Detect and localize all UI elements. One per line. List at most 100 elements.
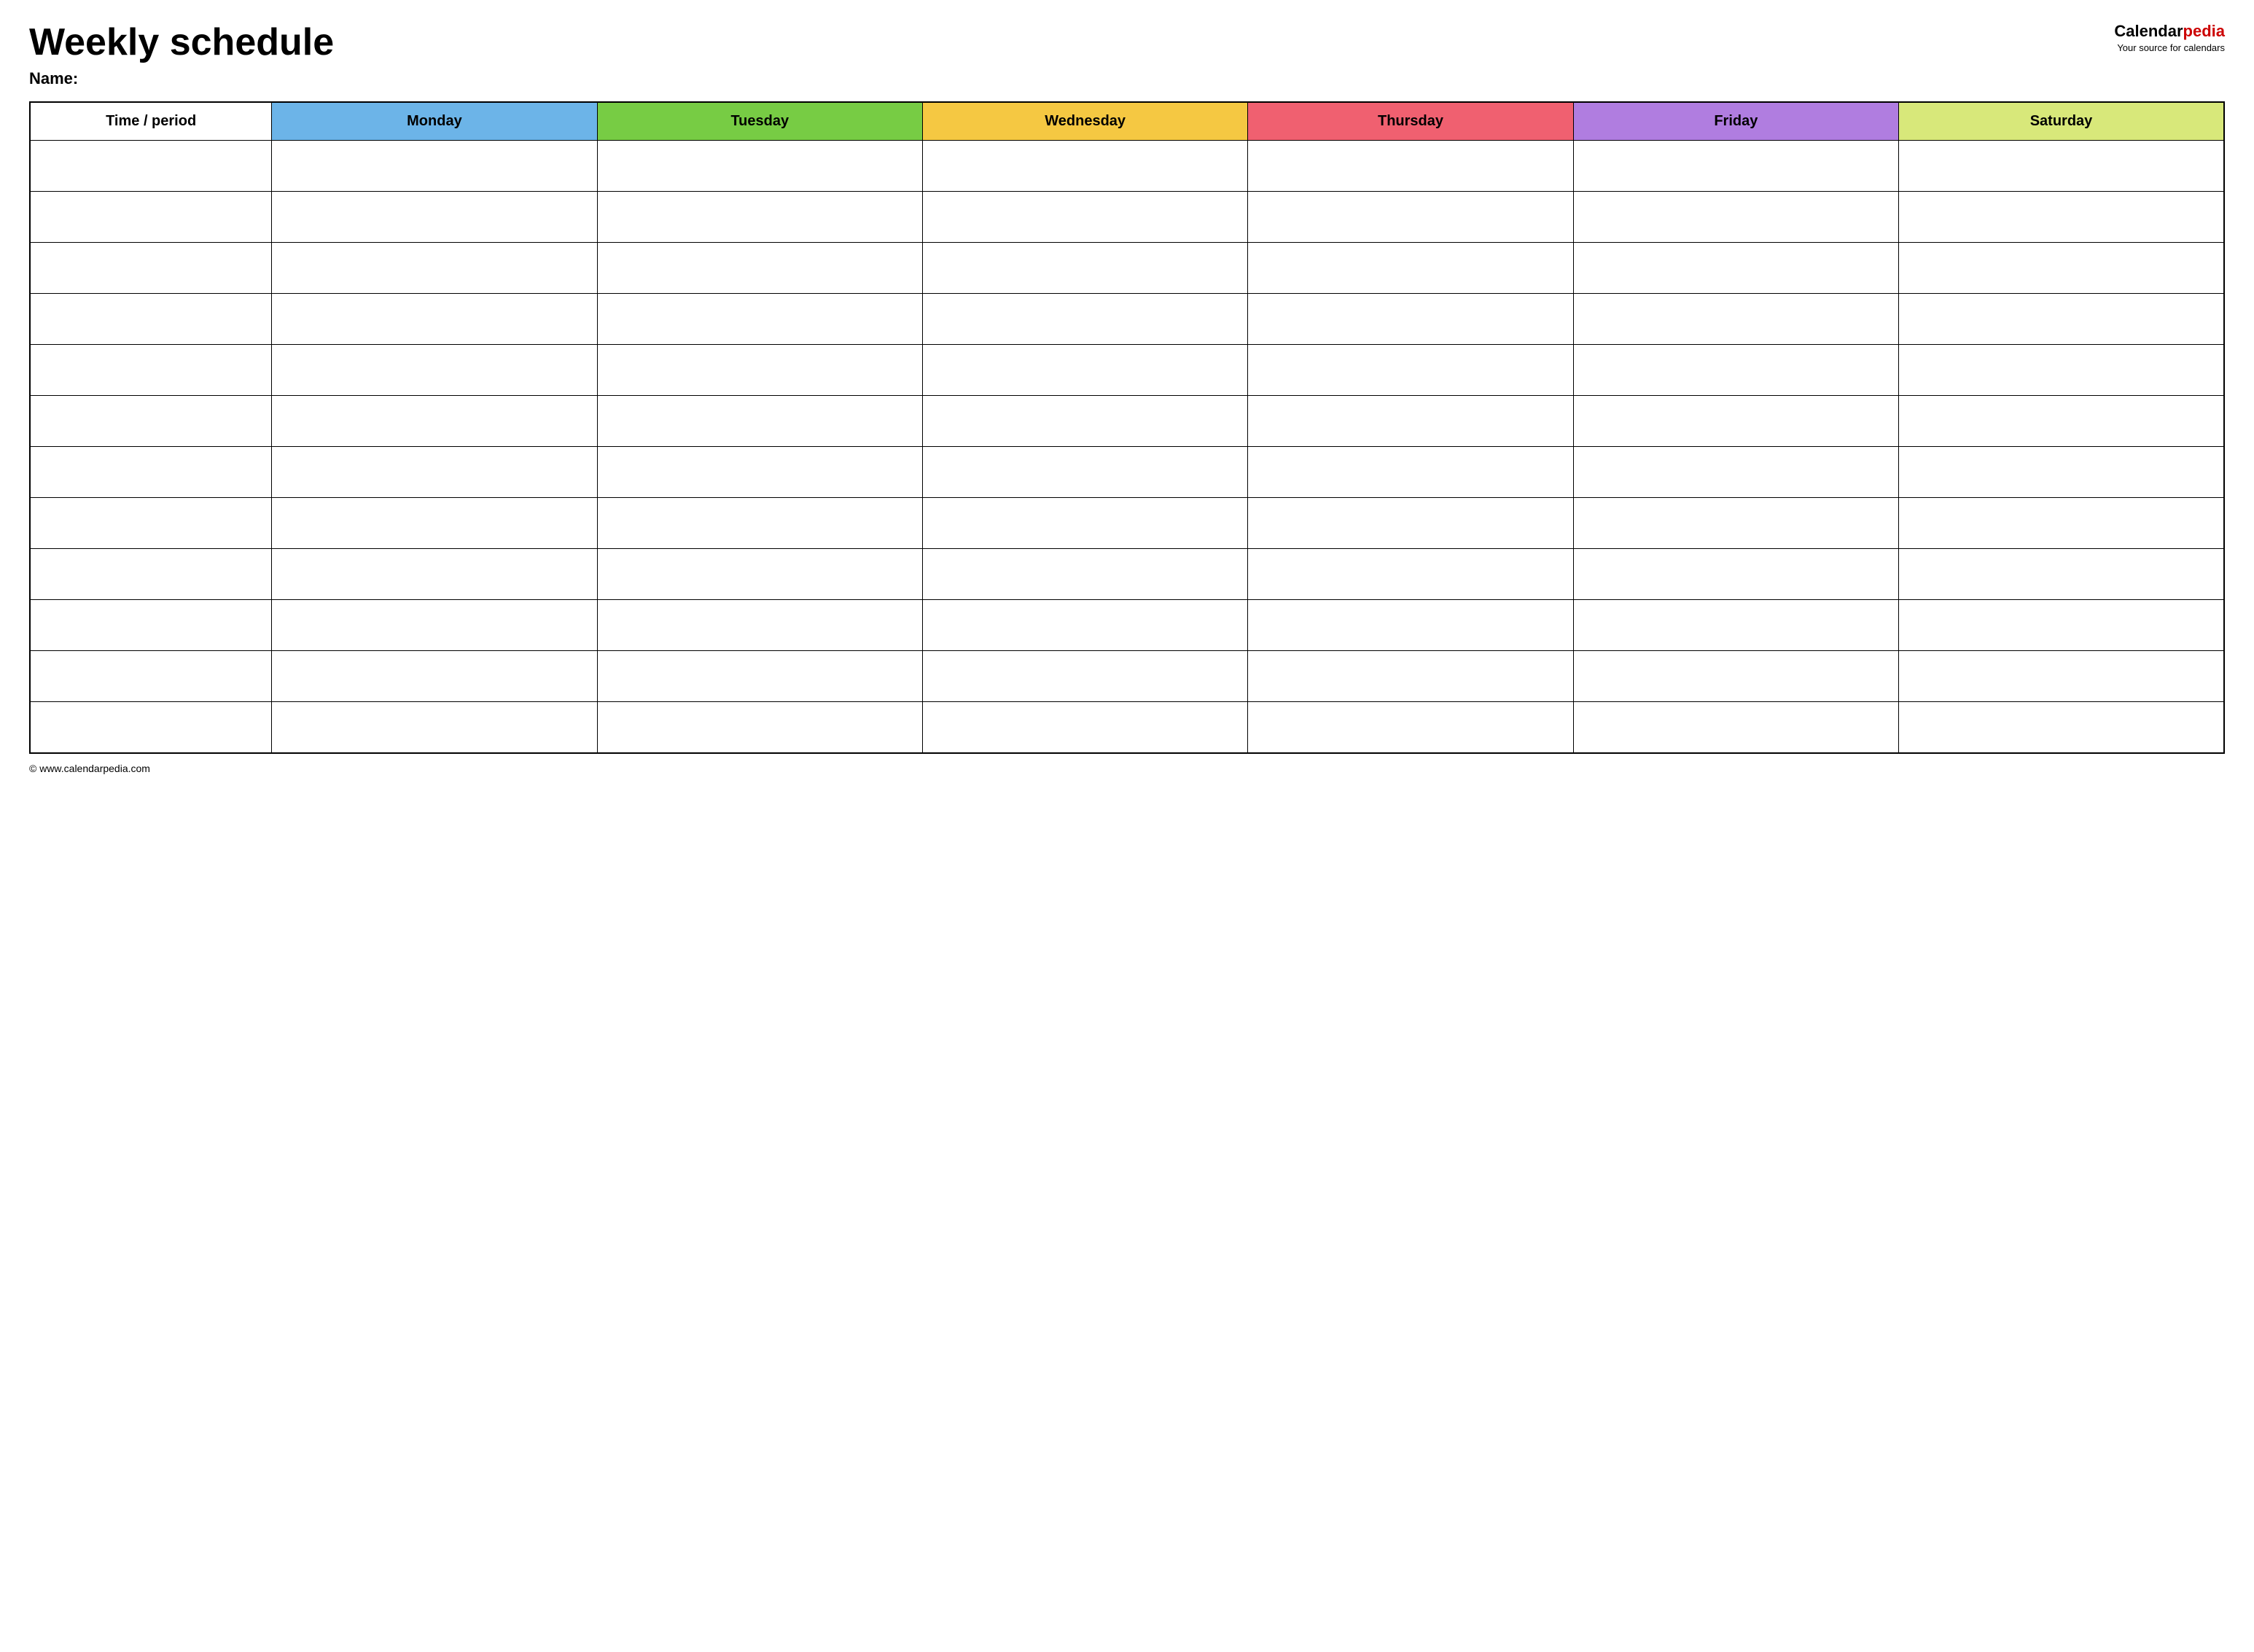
table-row xyxy=(30,447,2224,498)
table-row xyxy=(30,396,2224,447)
cell-thursday[interactable] xyxy=(1248,294,1573,345)
cell-wednesday[interactable] xyxy=(922,396,1247,447)
col-header-tuesday: Tuesday xyxy=(597,102,922,141)
cell-friday[interactable] xyxy=(1573,447,1898,498)
cell-tuesday[interactable] xyxy=(597,141,922,192)
time-cell[interactable] xyxy=(30,549,272,600)
cell-thursday[interactable] xyxy=(1248,651,1573,702)
cell-thursday[interactable] xyxy=(1248,549,1573,600)
cell-wednesday[interactable] xyxy=(922,447,1247,498)
cell-thursday[interactable] xyxy=(1248,345,1573,396)
table-row xyxy=(30,294,2224,345)
cell-thursday[interactable] xyxy=(1248,141,1573,192)
cell-friday[interactable] xyxy=(1573,294,1898,345)
cell-thursday[interactable] xyxy=(1248,600,1573,651)
cell-monday[interactable] xyxy=(272,294,597,345)
table-row xyxy=(30,600,2224,651)
cell-thursday[interactable] xyxy=(1248,498,1573,549)
col-header-monday: Monday xyxy=(272,102,597,141)
cell-monday[interactable] xyxy=(272,600,597,651)
cell-thursday[interactable] xyxy=(1248,243,1573,294)
cell-friday[interactable] xyxy=(1573,141,1898,192)
cell-monday[interactable] xyxy=(272,192,597,243)
table-row xyxy=(30,549,2224,600)
time-cell[interactable] xyxy=(30,345,272,396)
cell-tuesday[interactable] xyxy=(597,396,922,447)
cell-monday[interactable] xyxy=(272,651,597,702)
cell-saturday[interactable] xyxy=(1899,294,2224,345)
cell-tuesday[interactable] xyxy=(597,549,922,600)
cell-saturday[interactable] xyxy=(1899,345,2224,396)
cell-thursday[interactable] xyxy=(1248,192,1573,243)
cell-monday[interactable] xyxy=(272,141,597,192)
schedule-table: Time / period Monday Tuesday Wednesday T… xyxy=(29,101,2225,754)
time-cell[interactable] xyxy=(30,600,272,651)
cell-monday[interactable] xyxy=(272,345,597,396)
cell-monday[interactable] xyxy=(272,447,597,498)
cell-tuesday[interactable] xyxy=(597,498,922,549)
cell-friday[interactable] xyxy=(1573,549,1898,600)
cell-friday[interactable] xyxy=(1573,600,1898,651)
time-cell[interactable] xyxy=(30,141,272,192)
title-section: Weekly schedule Name: xyxy=(29,22,334,88)
time-cell[interactable] xyxy=(30,396,272,447)
page-title: Weekly schedule xyxy=(29,22,334,63)
cell-monday[interactable] xyxy=(272,396,597,447)
cell-saturday[interactable] xyxy=(1899,498,2224,549)
cell-wednesday[interactable] xyxy=(922,141,1247,192)
cell-friday[interactable] xyxy=(1573,345,1898,396)
cell-tuesday[interactable] xyxy=(597,702,922,753)
cell-wednesday[interactable] xyxy=(922,600,1247,651)
cell-tuesday[interactable] xyxy=(597,651,922,702)
col-header-friday: Friday xyxy=(1573,102,1898,141)
cell-saturday[interactable] xyxy=(1899,141,2224,192)
cell-wednesday[interactable] xyxy=(922,345,1247,396)
time-cell[interactable] xyxy=(30,651,272,702)
cell-wednesday[interactable] xyxy=(922,549,1247,600)
time-cell[interactable] xyxy=(30,498,272,549)
cell-saturday[interactable] xyxy=(1899,549,2224,600)
cell-monday[interactable] xyxy=(272,498,597,549)
cell-saturday[interactable] xyxy=(1899,600,2224,651)
cell-tuesday[interactable] xyxy=(597,243,922,294)
cell-monday[interactable] xyxy=(272,702,597,753)
header: Weekly schedule Name: Calendarpedia Your… xyxy=(29,22,2225,88)
cell-friday[interactable] xyxy=(1573,396,1898,447)
time-cell[interactable] xyxy=(30,294,272,345)
cell-wednesday[interactable] xyxy=(922,243,1247,294)
table-row xyxy=(30,651,2224,702)
cell-wednesday[interactable] xyxy=(922,192,1247,243)
cell-tuesday[interactable] xyxy=(597,447,922,498)
cell-saturday[interactable] xyxy=(1899,243,2224,294)
cell-thursday[interactable] xyxy=(1248,447,1573,498)
cell-tuesday[interactable] xyxy=(597,192,922,243)
cell-friday[interactable] xyxy=(1573,192,1898,243)
cell-saturday[interactable] xyxy=(1899,702,2224,753)
cell-monday[interactable] xyxy=(272,549,597,600)
cell-tuesday[interactable] xyxy=(597,345,922,396)
cell-thursday[interactable] xyxy=(1248,702,1573,753)
table-row xyxy=(30,243,2224,294)
time-cell[interactable] xyxy=(30,702,272,753)
time-cell[interactable] xyxy=(30,192,272,243)
cell-wednesday[interactable] xyxy=(922,294,1247,345)
table-row xyxy=(30,141,2224,192)
cell-wednesday[interactable] xyxy=(922,498,1247,549)
cell-thursday[interactable] xyxy=(1248,396,1573,447)
cell-friday[interactable] xyxy=(1573,702,1898,753)
cell-saturday[interactable] xyxy=(1899,447,2224,498)
cell-wednesday[interactable] xyxy=(922,702,1247,753)
cell-tuesday[interactable] xyxy=(597,600,922,651)
cell-saturday[interactable] xyxy=(1899,651,2224,702)
cell-friday[interactable] xyxy=(1573,651,1898,702)
cell-friday[interactable] xyxy=(1573,243,1898,294)
cell-saturday[interactable] xyxy=(1899,192,2224,243)
table-row xyxy=(30,702,2224,753)
cell-friday[interactable] xyxy=(1573,498,1898,549)
cell-wednesday[interactable] xyxy=(922,651,1247,702)
time-cell[interactable] xyxy=(30,243,272,294)
cell-saturday[interactable] xyxy=(1899,396,2224,447)
cell-tuesday[interactable] xyxy=(597,294,922,345)
cell-monday[interactable] xyxy=(272,243,597,294)
time-cell[interactable] xyxy=(30,447,272,498)
